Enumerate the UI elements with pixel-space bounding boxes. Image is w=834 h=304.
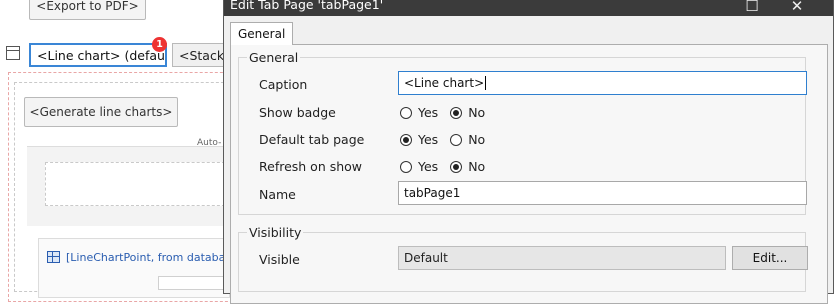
- visibility-group-title: Visibility: [247, 225, 304, 240]
- show-badge-no-option[interactable]: No: [450, 105, 485, 120]
- show-badge-yes-option[interactable]: Yes: [400, 105, 438, 120]
- show-badge-no-label: No: [468, 105, 486, 120]
- refresh-radio-group: Yes No: [400, 159, 489, 174]
- refresh-on-show-label: Refresh on show: [259, 159, 363, 174]
- visible-label: Visible: [259, 252, 300, 267]
- show-badge-label: Show badge: [259, 105, 336, 120]
- caption-value: <Line chart>: [404, 76, 485, 90]
- name-field[interactable]: tabPage1: [398, 181, 807, 205]
- dialog-titlebar: Edit Tab Page 'tabPage1' ☐ ✕: [224, 0, 833, 16]
- default-tab-yes-label: Yes: [418, 132, 439, 147]
- default-tab-no-label: No: [468, 132, 486, 147]
- name-label: Name: [259, 187, 296, 202]
- caption-field[interactable]: <Line chart>: [398, 71, 807, 95]
- refresh-yes-option[interactable]: Yes: [400, 159, 438, 174]
- show-badge-yes-label: Yes: [418, 105, 439, 120]
- export-pdf-button[interactable]: <Export to PDF>: [29, 0, 146, 20]
- general-tab-panel: General Caption <Line chart> Show badge …: [230, 44, 828, 304]
- edit-tab-page-dialog: Edit Tab Page 'tabPage1' ☐ ✕ General Gen…: [223, 0, 834, 304]
- refresh-no-radio[interactable]: [450, 160, 463, 173]
- visibility-group: Visibility Visible Default Edit...: [238, 225, 808, 292]
- caption-label: Caption: [259, 77, 308, 92]
- refresh-yes-label: Yes: [418, 159, 439, 174]
- default-tab-radio-group: Yes No: [400, 132, 489, 147]
- text-caret: [485, 76, 487, 90]
- default-tab-no-option[interactable]: No: [450, 132, 485, 147]
- refresh-yes-radio[interactable]: [400, 160, 412, 173]
- visible-edit-button[interactable]: Edit...: [732, 246, 808, 270]
- refresh-no-label: No: [468, 159, 486, 174]
- datasource-label: [LineChartPoint, from database: [66, 250, 223, 264]
- datasource-row[interactable]: [LineChartPoint, from database: [47, 248, 223, 266]
- datasource-child-box: [158, 276, 226, 290]
- tab-control-icon: [6, 46, 20, 60]
- refresh-no-option[interactable]: No: [450, 159, 485, 174]
- show-badge-radio-group: Yes No: [400, 105, 489, 120]
- dialog-title: Edit Tab Page 'tabPage1': [230, 0, 384, 12]
- general-group-title: General: [247, 50, 301, 65]
- grid-datasource-icon: [47, 251, 60, 263]
- maximize-icon[interactable]: ☐: [732, 0, 772, 16]
- generate-line-charts-button[interactable]: <Generate line charts>: [24, 97, 178, 127]
- visible-value-field: Default: [398, 246, 726, 270]
- default-tab-no-radio[interactable]: [450, 133, 463, 146]
- show-badge-no-radio[interactable]: [450, 106, 463, 119]
- show-badge-yes-radio[interactable]: [400, 106, 412, 119]
- tab-badge: 1: [152, 37, 167, 52]
- layout-cell-outline: [45, 162, 230, 206]
- default-tab-label: Default tab page: [259, 132, 365, 147]
- general-group: General Caption <Line chart> Show badge …: [238, 50, 807, 215]
- close-icon[interactable]: ✕: [777, 0, 817, 16]
- tab-line-chart[interactable]: <Line chart> (default): [29, 43, 167, 67]
- default-tab-yes-option[interactable]: Yes: [400, 132, 438, 147]
- default-tab-yes-radio[interactable]: [400, 133, 412, 146]
- tab-general[interactable]: General: [230, 22, 294, 45]
